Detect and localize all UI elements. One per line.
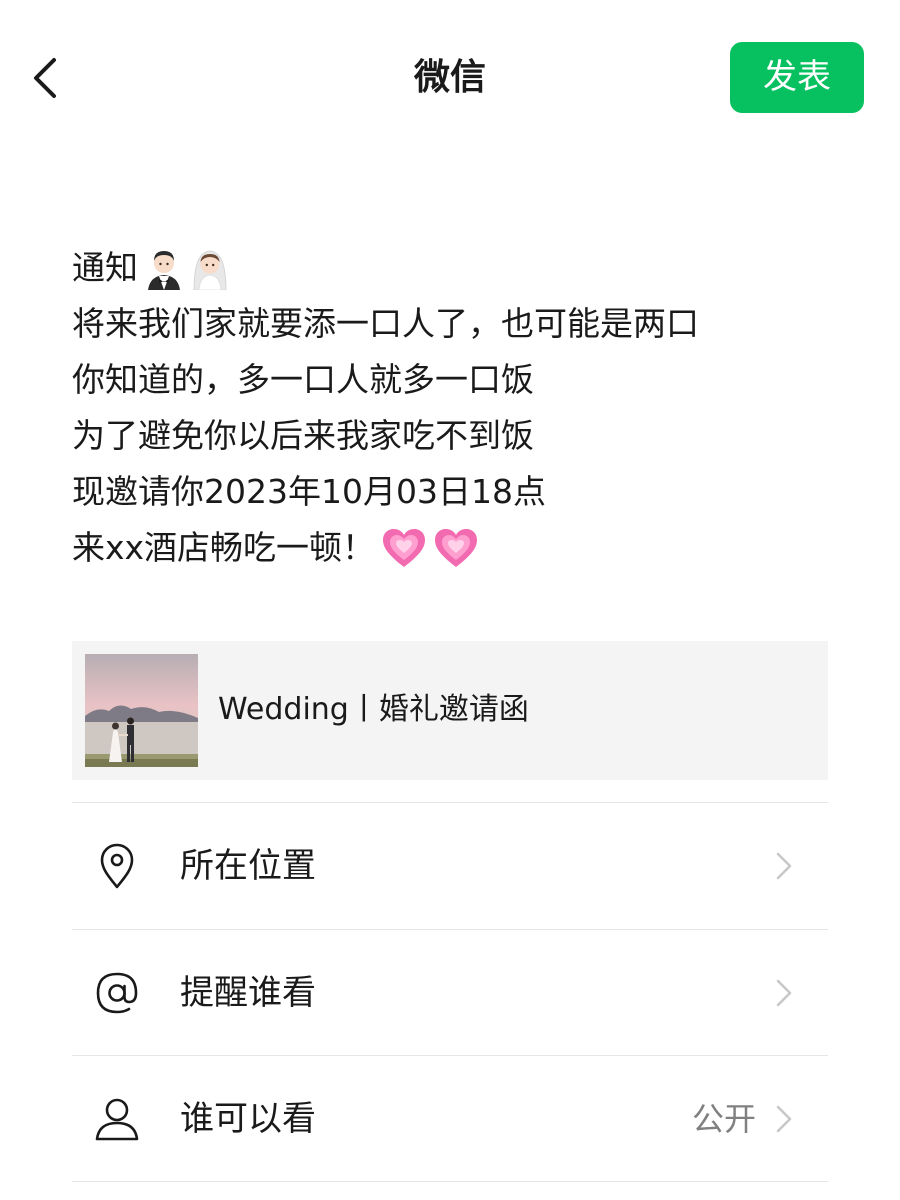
post-line: 为了避免你以后来我家吃不到饭 (72, 408, 832, 464)
post-line-text: 为了避免你以后来我家吃不到饭 (72, 416, 534, 455)
post-line: 来xx酒店畅吃一顿！ (72, 520, 832, 576)
visibility-value: 公开 (691, 1100, 756, 1138)
growing-heart-emoji (383, 529, 426, 567)
location-pin-icon (100, 843, 134, 889)
post-line-text: 来xx酒店畅吃一顿！ (72, 528, 376, 567)
post-line: 你知道的，多一口人就多一口饭 (72, 352, 832, 408)
wedding-thumbnail (85, 654, 198, 767)
post-line-text: 通知 (72, 248, 138, 287)
chevron-right-icon (776, 979, 792, 1007)
post-line-text: 现邀请你2023年10月03日18点 (72, 472, 546, 511)
person-icon (95, 1098, 139, 1141)
link-card-title: Wedding丨婚礼邀请函 (218, 692, 529, 727)
growing-heart-emoji (435, 529, 478, 567)
remind-who-label: 提醒谁看 (180, 973, 316, 1013)
link-card[interactable]: Wedding丨婚礼邀请函 (72, 641, 828, 780)
post-line: 将来我们家就要添一口人了，也可能是两口 (72, 296, 832, 352)
post-line-text: 将来我们家就要添一口人了，也可能是两口 (72, 304, 699, 343)
bride-emoji (193, 250, 227, 290)
divider (72, 1181, 828, 1182)
post-line: 现邀请你2023年10月03日18点 (72, 464, 832, 520)
location-label: 所在位置 (180, 846, 316, 886)
post-line-text: 你知道的，多一口人就多一口饭 (72, 360, 534, 399)
remind-who-row[interactable]: 提醒谁看 (72, 930, 828, 1055)
post-line: 通知 (72, 240, 832, 296)
publish-button[interactable]: 发表 (730, 42, 864, 113)
who-can-see-row[interactable]: 谁可以看 公开 (72, 1056, 828, 1181)
who-can-see-label: 谁可以看 (180, 1099, 316, 1139)
location-row[interactable]: 所在位置 (72, 803, 828, 928)
chevron-right-icon (776, 1105, 792, 1133)
at-icon (96, 972, 138, 1014)
top-bar: 微信 发表 (0, 0, 900, 160)
post-text-area[interactable]: 通知 将来我们家就要添一口人了，也可能是两口 你知道的，多一口人就多一口饭 为了… (72, 240, 832, 576)
groom-emoji (148, 251, 180, 290)
chevron-right-icon (776, 852, 792, 880)
